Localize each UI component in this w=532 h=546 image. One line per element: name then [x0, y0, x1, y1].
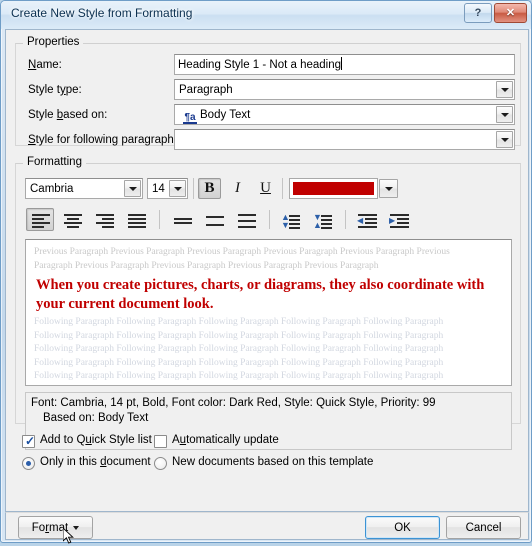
font-name-combo[interactable]: Cambria: [25, 178, 143, 199]
line-spacing-single-button[interactable]: [168, 208, 196, 231]
chevron-down-icon: [128, 186, 137, 191]
align-left-icon: [27, 209, 53, 230]
name-input[interactable]: Heading Style 1 - Not a heading: [174, 54, 515, 75]
font-color-fill: [293, 182, 374, 195]
chevron-down-icon: [173, 186, 182, 191]
name-label: Name:: [28, 59, 62, 71]
description-line-2: Based on: Body Text: [43, 412, 149, 424]
format-button[interactable]: Fo r mat: [18, 516, 93, 539]
align-right-button[interactable]: [90, 208, 118, 231]
style-based-on-value-wrap: ¶a Body Text: [183, 107, 494, 124]
chevron-down-icon: [500, 112, 509, 117]
style-based-on-dropdown-button[interactable]: [496, 106, 513, 123]
description-line-1: Font: Cambria, 14 pt, Bold, Font color: …: [31, 397, 436, 409]
radio-dot-icon: [26, 461, 31, 466]
align-right-icon: [91, 209, 117, 230]
style-following-paragraph-dropdown-button[interactable]: [496, 131, 513, 148]
chevron-down-icon: [500, 87, 509, 92]
preview-previous-line-1: Previous Paragraph Previous Paragraph Pr…: [34, 247, 450, 257]
font-name-value: Cambria: [30, 183, 74, 195]
line-spacing-1-5-button[interactable]: [200, 208, 228, 231]
dialog-body: Properties Name: Heading Style 1 - Not a…: [5, 29, 529, 512]
bold-icon: B: [204, 180, 215, 196]
paragraph-style-icon: ¶a: [183, 112, 197, 124]
line-spacing-double-icon: [233, 209, 259, 230]
font-color-dropdown-button[interactable]: [379, 179, 398, 198]
align-justify-button[interactable]: [122, 208, 150, 231]
title-bar[interactable]: Create New Style from Formatting ? ✕: [1, 1, 531, 29]
preview-following-line-2: Following Paragraph Following Paragraph …: [34, 330, 444, 341]
close-icon[interactable]: ✕: [494, 3, 527, 23]
dialog-footer: Fo r mat OK Cancel: [5, 512, 529, 540]
add-to-quick-style-label[interactable]: Add to Quick Style list: [40, 434, 152, 446]
style-following-paragraph-combo[interactable]: [174, 129, 515, 150]
line-spacing-1-5-icon: [201, 209, 227, 230]
cancel-button[interactable]: Cancel: [446, 516, 521, 539]
only-this-document-label[interactable]: Only in this document: [40, 456, 151, 468]
decrease-indent-button[interactable]: ◀: [353, 208, 381, 231]
preview-following-line-4: Following Paragraph Following Paragraph …: [34, 357, 444, 368]
font-size-dropdown-button[interactable]: [169, 180, 186, 197]
create-new-style-dialog: Create New Style from Formatting ? ✕ Pro…: [0, 0, 532, 544]
preview-following-line-3: Following Paragraph Following Paragraph …: [34, 344, 444, 354]
style-type-dropdown-button[interactable]: [496, 81, 513, 98]
window-title: Create New Style from Formatting: [11, 6, 193, 20]
line-spacing-single-icon: [169, 209, 195, 230]
font-size-value: 14: [152, 183, 165, 195]
preview-previous-line-2: Paragraph Previous Paragraph Previous Pa…: [34, 260, 379, 271]
formatting-group-label: Formatting: [23, 156, 86, 168]
automatically-update-label[interactable]: Automatically update: [172, 434, 279, 446]
font-size-combo[interactable]: 14: [147, 178, 188, 199]
line-spacing-double-button[interactable]: [232, 208, 260, 231]
align-left-button[interactable]: [26, 208, 54, 231]
style-based-on-label: Style based on:: [28, 109, 108, 121]
decrease-indent-icon: ◀: [354, 209, 380, 230]
align-justify-icon: [123, 209, 149, 230]
only-this-document-radio[interactable]: [22, 457, 35, 470]
automatically-update-checkbox[interactable]: [154, 435, 167, 448]
toolbar-separator-3: [159, 210, 160, 229]
style-based-on-value: Body Text: [200, 109, 251, 121]
toolbar-separator-2: [282, 178, 283, 199]
help-icon[interactable]: ?: [464, 3, 492, 23]
font-color-dropdown[interactable]: [378, 178, 399, 199]
style-type-value: Paragraph: [179, 84, 233, 96]
font-color-swatch[interactable]: [289, 178, 378, 199]
new-documents-label[interactable]: New documents based on this template: [172, 456, 373, 468]
style-type-label: Style type:: [28, 84, 82, 96]
preview-following-line-5: Following Paragraph Following Paragraph …: [34, 371, 444, 381]
style-type-combo[interactable]: Paragraph: [174, 79, 515, 100]
increase-paragraph-spacing-button[interactable]: ▼ ▲: [308, 208, 336, 231]
mouse-cursor: [63, 528, 74, 544]
decrease-paragraph-spacing-icon: ▲ ▼: [277, 209, 303, 230]
preview-sample-text: When you create pictures, charts, or dia…: [36, 277, 485, 312]
align-center-icon: [59, 209, 85, 230]
underline-button[interactable]: U: [254, 178, 277, 199]
toolbar-separator: [193, 178, 194, 199]
preview-following-line-1: Following Paragraph Following Paragraph …: [34, 317, 444, 327]
text-cursor: [341, 57, 343, 70]
toolbar-separator-4: [269, 210, 270, 229]
italic-icon: I: [235, 180, 240, 196]
increase-indent-button[interactable]: ▶: [385, 208, 413, 231]
decrease-paragraph-spacing-button[interactable]: ▲ ▼: [276, 208, 304, 231]
align-center-button[interactable]: [58, 208, 86, 231]
chevron-down-icon: [384, 186, 393, 191]
font-name-dropdown-button[interactable]: [124, 180, 141, 197]
italic-button[interactable]: I: [226, 178, 249, 199]
style-following-paragraph-label: Style for following paragraph:: [28, 134, 177, 146]
check-icon: ✓: [25, 434, 36, 448]
increase-paragraph-spacing-icon: ▼ ▲: [309, 209, 335, 230]
ok-button[interactable]: OK: [365, 516, 440, 539]
properties-group-label: Properties: [23, 36, 84, 48]
add-to-quick-style-checkbox[interactable]: ✓: [22, 435, 35, 448]
toolbar-separator-5: [345, 210, 346, 229]
chevron-down-icon: [500, 137, 509, 142]
new-documents-radio[interactable]: [154, 457, 167, 470]
bold-button[interactable]: B: [198, 178, 221, 199]
underline-icon: U: [260, 180, 271, 196]
increase-indent-icon: ▶: [386, 209, 412, 230]
style-based-on-combo[interactable]: ¶a Body Text: [174, 104, 515, 125]
style-preview: Previous Paragraph Previous Paragraph Pr…: [25, 239, 512, 386]
